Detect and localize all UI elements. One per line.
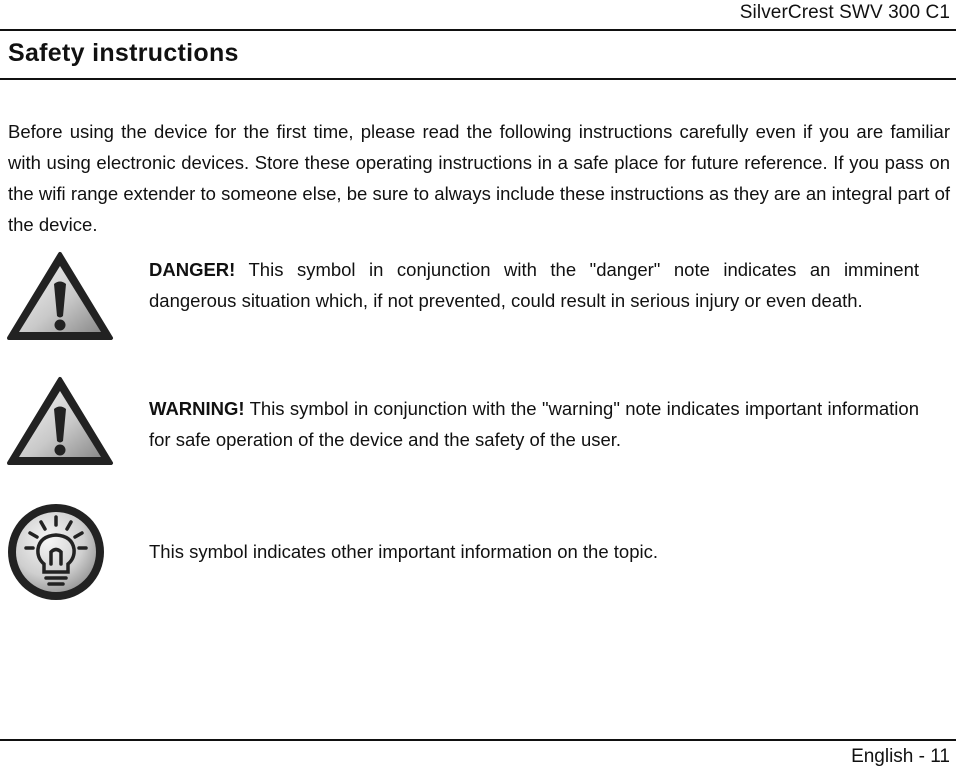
warning-note-text: WARNING! This symbol in conjunction with…: [149, 393, 919, 455]
danger-label: DANGER!: [149, 259, 236, 280]
warning-triangle-icon: [4, 375, 116, 472]
section-title: Safety instructions: [8, 39, 239, 67]
header-rule: [0, 29, 956, 31]
warning-triangle-icon: [4, 250, 116, 347]
warning-label: WARNING!: [149, 398, 245, 419]
title-rule: [0, 78, 956, 80]
lightbulb-icon: [4, 500, 108, 609]
intro-paragraph: Before using the device for the first ti…: [8, 121, 950, 235]
info-description: This symbol indicates other important in…: [149, 541, 658, 562]
footer-rule: [0, 739, 956, 741]
model-name: SilverCrest SWV 300 C1: [739, 2, 950, 23]
danger-note-text: DANGER! This symbol in conjunction with …: [149, 254, 919, 316]
page-number: English - 11: [851, 746, 950, 767]
danger-description: This symbol in conjunction with the "dan…: [149, 259, 919, 311]
info-note-text: This symbol indicates other important in…: [149, 536, 919, 567]
warning-description: This symbol in conjunction with the "war…: [149, 398, 919, 450]
